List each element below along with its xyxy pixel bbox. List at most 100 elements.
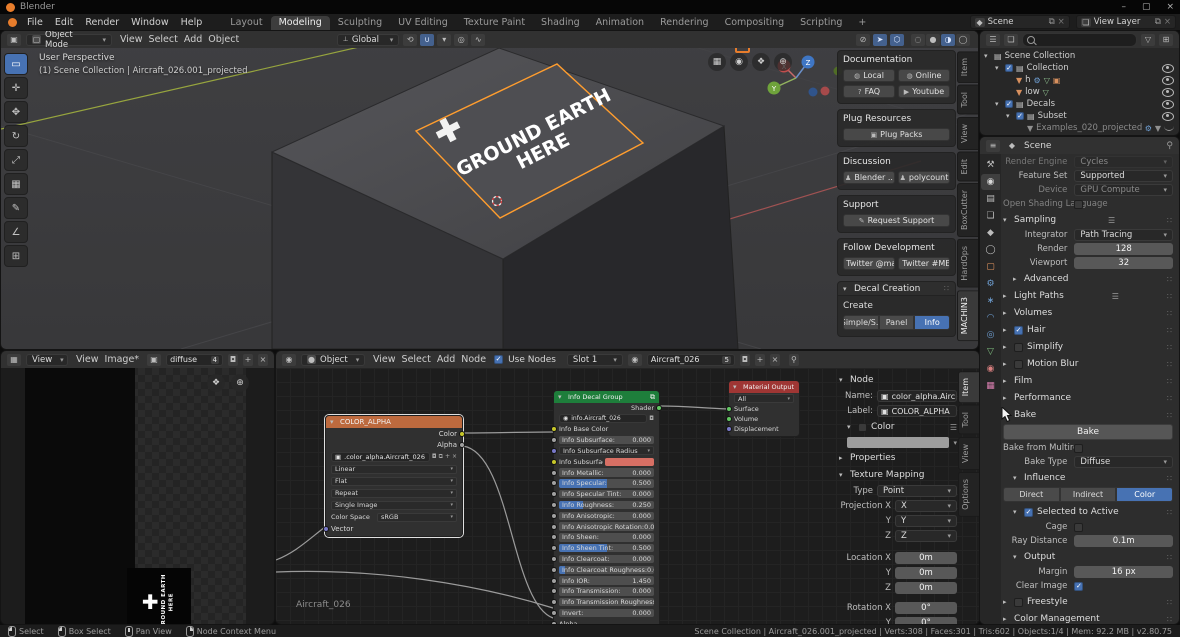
workspace-tab-animation[interactable]: Animation [588, 16, 652, 30]
visibility-eye-icon[interactable] [1162, 64, 1174, 73]
type-dropdown[interactable]: Point [877, 485, 957, 497]
workspace-tab-texture-paint[interactable]: Texture Paint [456, 16, 533, 30]
input-socket-alpha[interactable] [551, 621, 557, 624]
visibility-eye-closed-icon[interactable] [1164, 125, 1174, 131]
field-dropdown[interactable]: Path Tracing [1074, 229, 1173, 241]
node-tab-view[interactable]: View [958, 437, 979, 470]
new-material-icon[interactable]: + [755, 354, 765, 366]
field-value-slider[interactable]: 32 [1074, 257, 1173, 269]
shader-menu-add[interactable]: Add [434, 354, 458, 365]
section-checkbox[interactable] [1014, 343, 1023, 352]
input-socket-vector[interactable] [323, 526, 329, 532]
influence-indirect[interactable]: Indirect [1060, 487, 1117, 502]
properties-tab-view-layer[interactable]: ❏ [981, 208, 1000, 224]
color-swatch[interactable] [605, 458, 654, 466]
node-color-swatch[interactable] [847, 437, 949, 448]
unlink-icon[interactable]: × [452, 453, 457, 460]
colorspace-dropdown[interactable]: sRGB [377, 513, 457, 522]
input-value-slider[interactable]: Info Anisotropic:0.000 [559, 512, 654, 521]
unlink-scene-icon[interactable]: × [1058, 17, 1065, 27]
blender-menu-icon[interactable] [8, 18, 17, 27]
view-layer-selector[interactable]: ❏ View Layer ⧉ × [1076, 15, 1176, 29]
viewport-menu-add[interactable]: Add [181, 34, 205, 45]
input-value-slider[interactable]: Info Specular Tint:0.000 [559, 490, 654, 499]
properties-tab-texture[interactable]: ▦ [981, 378, 1000, 394]
input-socket-info-subsurface-radius[interactable] [551, 448, 557, 454]
collection-checkbox[interactable] [1005, 100, 1013, 108]
influence-direct[interactable]: Direct [1003, 487, 1060, 502]
expand-icon[interactable]: ▾ [1013, 508, 1020, 516]
field-value-slider[interactable]: 128 [1074, 243, 1173, 255]
shader-type-dropdown[interactable]: ● Object [301, 354, 365, 366]
pivot-dropdown-icon[interactable]: ⟲ [403, 34, 417, 46]
preset-list-icon[interactable]: ☰ [950, 423, 957, 432]
toggle-grid-button[interactable]: ▦ [708, 53, 726, 71]
npanel-tab-hardops[interactable]: HardOps [957, 239, 978, 288]
input-socket-info-transmission[interactable] [551, 588, 557, 594]
node-header[interactable]: ▾Material Output [729, 381, 799, 393]
properties-editor-icon[interactable]: ≡ [986, 140, 1000, 152]
visibility-eye-icon[interactable] [1162, 76, 1174, 85]
workspace-tab-compositing[interactable]: Compositing [717, 16, 793, 30]
target-dropdown[interactable]: All [734, 394, 794, 403]
new-workspace-tab[interactable]: + [850, 16, 874, 30]
input-socket-info-base-color[interactable] [551, 426, 557, 432]
properties-tab-object[interactable]: ▢ [981, 259, 1000, 275]
button-local[interactable]: ◍Local [843, 69, 895, 82]
input-value-slider[interactable]: Info Subsurface:0.000 [559, 436, 654, 445]
node-tab-tool[interactable]: Tool [958, 405, 979, 435]
zoom-button[interactable]: ⊕ [774, 53, 792, 71]
axis-value-slider[interactable]: 0m [895, 582, 957, 594]
preset-list-icon[interactable]: ☰ [1112, 292, 1119, 301]
axis-dropdown[interactable]: Y [895, 515, 957, 527]
shading-rendered-button[interactable]: ◯ [956, 34, 970, 46]
shading-solid-button[interactable]: ● [926, 34, 940, 46]
field-value-slider[interactable]: 16 px [1074, 566, 1173, 578]
outliner-filter-dropdown[interactable]: ▽ [1141, 34, 1155, 46]
axis-value-slider[interactable]: 0° [895, 617, 957, 624]
button-faq[interactable]: ?FAQ [843, 85, 895, 98]
input-socket-surface[interactable] [726, 406, 732, 412]
material-users-count[interactable]: 5 [722, 356, 730, 364]
input-value-slider[interactable]: Info Clearcoat Roughness:0.030 [559, 566, 654, 575]
node-header[interactable]: ▾COLOR_ALPHA [326, 416, 462, 428]
shading-wireframe-button[interactable]: ◌ [911, 34, 925, 46]
input-socket-info-clearcoat-roughness[interactable] [551, 567, 557, 573]
decal-creation-header[interactable]: ▾Decal Creation∷ [837, 281, 956, 296]
input-value-slider[interactable]: Info Transmission Roughness:0.000 [559, 598, 654, 607]
input-value-slider[interactable]: Info Sheen:0.000 [559, 533, 654, 542]
expand-icon[interactable]: ▾ [995, 64, 1002, 72]
mode-dropdown[interactable]: ▢ Object Mode [26, 34, 112, 46]
decal-button-simple-s[interactable]: Simple/S.. [843, 315, 879, 330]
button-polycount[interactable]: ♟polycount [898, 171, 950, 184]
node-label-field[interactable]: ▣COLOR_ALPHA [877, 405, 957, 417]
workspace-tab-rendering[interactable]: Rendering [652, 16, 717, 30]
expand-icon[interactable]: ▸ [1003, 292, 1010, 300]
field-checkbox[interactable] [1074, 582, 1083, 591]
overlays-dropdown-icon[interactable]: ⬡ [890, 34, 904, 46]
input-socket-info-subsurface[interactable] [551, 459, 557, 465]
button-blender[interactable]: ♟Blender .. [843, 171, 895, 184]
fake-user-shield-icon[interactable]: ◘ [649, 415, 654, 422]
section-checkbox[interactable] [1024, 508, 1033, 517]
image-datablock[interactable]: diffuse 4 [166, 354, 223, 366]
input-value-slider[interactable]: Info Clearcoat:0.000 [559, 555, 654, 564]
field-checkbox[interactable] [1074, 200, 1083, 209]
material-datablock[interactable]: Aircraft_026 5 [647, 354, 735, 366]
input-socket-info-roughness[interactable] [551, 502, 557, 508]
npanel-tab-tool[interactable]: Tool [957, 85, 978, 115]
unlink-image-icon[interactable]: × [258, 354, 268, 366]
decal-button-panel[interactable]: Panel [879, 315, 915, 330]
workspace-tab-sculpting[interactable]: Sculpting [330, 16, 390, 30]
input-socket-displacement[interactable] [726, 426, 732, 432]
input-value-slider[interactable]: Invert:0.000 [559, 609, 654, 618]
scene-selector[interactable]: ◆ Scene ⧉ × [970, 15, 1070, 29]
use-nodes-checkbox[interactable] [494, 355, 503, 364]
input-socket-info-anisotropic[interactable] [551, 513, 557, 519]
properties-tab-object-data[interactable]: ▽ [981, 344, 1000, 360]
render-passes-dropdown-icon[interactable]: ⊘ [856, 34, 870, 46]
remove-layer-icon[interactable]: × [1164, 17, 1171, 27]
input-socket-info-anisotropic-rotation[interactable] [551, 524, 557, 530]
image-users-count[interactable]: 4 [211, 356, 219, 364]
browse-material-icon[interactable]: ◉ [628, 354, 642, 366]
